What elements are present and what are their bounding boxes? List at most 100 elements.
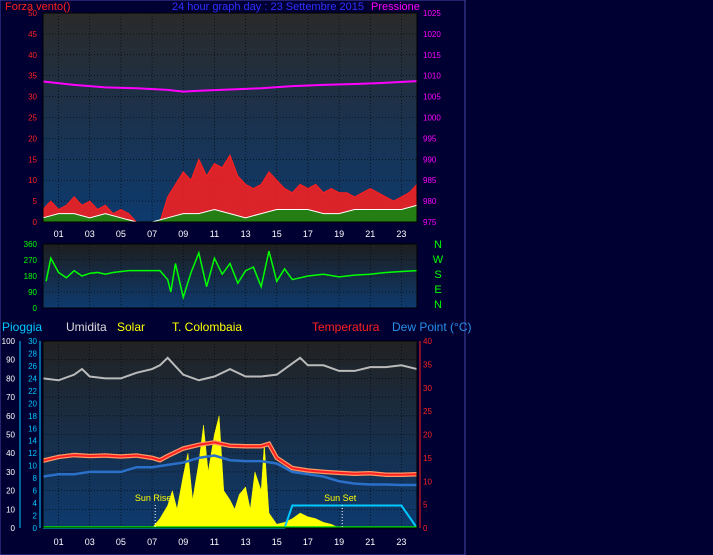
x-tick-label: 15 [272,229,282,239]
temp-tick-label: 0 [423,524,428,533]
rain-tick-label: 40 [6,449,15,458]
x-tick-label: 19 [334,229,344,239]
sun-marker-label: Sun Rise [135,493,172,503]
rain-tick-label: 0 [11,524,16,533]
solar-tick-label: 4 [33,499,38,508]
direction-tick-label: 0 [33,304,38,313]
x-tick-label: 13 [241,537,251,547]
x-tick-label: 23 [396,537,406,547]
temp-tick-label: 10 [423,477,432,486]
pressure-tick-label: 995 [423,134,437,143]
wind-tick-label: 10 [28,176,37,185]
direction-tick-label: 270 [24,256,38,265]
solar-tick-label: 22 [28,387,37,396]
x-tick-label: 05 [116,229,126,239]
rain-label: Pioggia [2,320,42,334]
pressure-tick-label: 1015 [423,51,441,60]
wind-tick-label: 20 [28,134,37,143]
solar-label: Solar [117,320,145,334]
x-tick-label: 11 [210,537,219,547]
chart-title: 24 hour graph day : 23 Settembre 2015 [172,1,364,13]
wind-tick-label: 40 [28,51,37,60]
x-tick-label: 09 [178,229,188,239]
wind-tick-label: 25 [28,114,37,123]
solar-tick-label: 8 [33,474,38,483]
x-tick-label: 05 [116,537,126,547]
compass-label: N [434,299,442,311]
x-tick-label: 21 [365,537,375,547]
weather-chart: 50454035302520151050 1025102010151010100… [0,0,471,555]
x-tick-label: 11 [210,229,219,239]
solar-tick-label: 28 [28,349,37,358]
temp-tick-label: 20 [423,431,432,440]
pressure-tick-label: 1025 [423,9,441,18]
pressure-tick-label: 975 [423,218,437,227]
rain-tick-label: 70 [6,393,15,402]
compass-label: S [434,269,441,281]
solar-tick-label: 24 [28,374,37,383]
solar-tick-label: 6 [33,487,38,496]
x-tick-label: 17 [303,229,313,239]
direction-tick-label: 180 [24,272,38,281]
humidity-label: Umidita [66,320,107,334]
temperature-label: Temperatura [312,320,380,334]
pressure-axis-label: Pressione [371,1,420,13]
direction-tick-label: 90 [28,288,37,297]
pressure-tick-label: 1005 [423,93,441,102]
panel3-legend: Pioggia Umidita Solar T. Colombaia Tempe… [2,320,471,334]
x-tick-label: 03 [85,229,95,239]
pressure-tick-label: 1000 [423,114,441,123]
x-tick-label: 23 [396,229,406,239]
temp-tick-label: 30 [423,384,432,393]
wind-tick-label: 35 [28,72,37,81]
wind-tick-label: 5 [33,197,38,206]
pressure-tick-label: 980 [423,197,437,206]
solar-tick-label: 30 [28,337,37,346]
compass-label: W [433,254,444,266]
wind-axis-label: Forza vento() [5,1,70,13]
panel-rain-temp: 1009080706050403020100 30282624222018161… [2,337,433,533]
x-tick-label: 01 [54,229,64,239]
temp-tick-label: 35 [423,360,432,369]
rain-tick-label: 50 [6,431,15,440]
temp-tick-label: 25 [423,407,432,416]
temp-tick-label: 15 [423,454,432,463]
pressure-tick-label: 1020 [423,30,441,39]
wind-tick-label: 0 [33,218,38,227]
wind-tick-label: 45 [28,30,37,39]
x-tick-label: 15 [272,537,282,547]
panel-wind-direction: 360270180900 NWSEN [24,239,444,313]
solar-tick-label: 10 [28,462,37,471]
solar-tick-label: 18 [28,412,37,421]
pressure-tick-label: 985 [423,176,437,185]
x-tick-label: 09 [178,537,188,547]
rain-tick-label: 20 [6,487,15,496]
rain-tick-label: 90 [6,356,15,365]
x-tick-label: 07 [147,537,157,547]
sun-marker-label: Sun Set [324,493,357,503]
wind-tick-label: 30 [28,93,37,102]
solar-tick-label: 26 [28,362,37,371]
temp-tick-label: 5 [423,501,428,510]
solar-tick-label: 0 [33,524,38,533]
station-temp-label: T. Colombaia [172,320,242,334]
x-tick-label: 13 [241,229,251,239]
x-tick-label: 19 [334,537,344,547]
temp-tick-label: 40 [423,337,432,346]
compass-label: E [434,284,441,296]
rain-tick-label: 100 [2,337,16,346]
x-tick-label: 17 [303,537,313,547]
solar-tick-label: 16 [28,424,37,433]
rain-tick-label: 30 [6,468,15,477]
solar-tick-label: 20 [28,399,37,408]
panel-wind-pressure: 50454035302520151050 1025102010151010100… [5,1,441,227]
dewpoint-label: Dew Point (°C) [392,320,471,334]
pressure-tick-label: 990 [423,155,437,164]
rain-tick-label: 80 [6,374,15,383]
solar-tick-label: 2 [33,512,38,521]
x-tick-label: 01 [54,537,64,547]
solar-tick-label: 12 [28,449,37,458]
compass-label: N [434,239,442,251]
solar-tick-label: 14 [28,437,37,446]
x-tick-label: 21 [365,229,375,239]
